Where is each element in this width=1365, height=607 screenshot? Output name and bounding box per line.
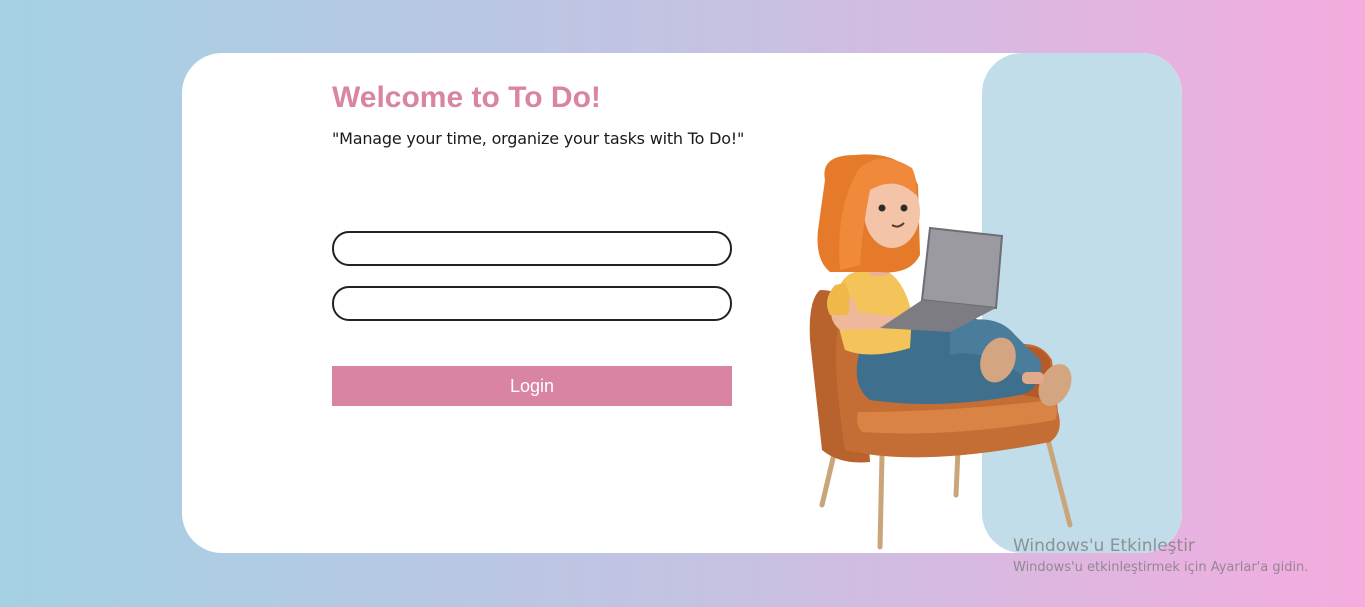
login-button[interactable]: Login	[332, 366, 732, 406]
page-subtitle: "Manage your time, organize your tasks w…	[332, 129, 745, 148]
left-eye	[878, 204, 886, 212]
password-input[interactable]	[332, 286, 732, 321]
sleeve	[826, 283, 850, 315]
page-title: Welcome to To Do!	[332, 81, 601, 114]
watermark-subtitle: Windows'u etkinleştirmek için Ayarlar'a …	[1013, 560, 1309, 575]
username-input[interactable]	[332, 231, 732, 266]
laptop-screen	[920, 226, 1004, 310]
right-eye	[900, 204, 908, 212]
woman-on-chair-with-laptop-illustration	[809, 154, 1073, 550]
ankle	[1022, 372, 1044, 384]
windows-activation-watermark: Windows'u Etkinleştir Windows'u etkinleş…	[1013, 536, 1308, 575]
watermark-title: Windows'u Etkinleştir	[1013, 536, 1195, 556]
